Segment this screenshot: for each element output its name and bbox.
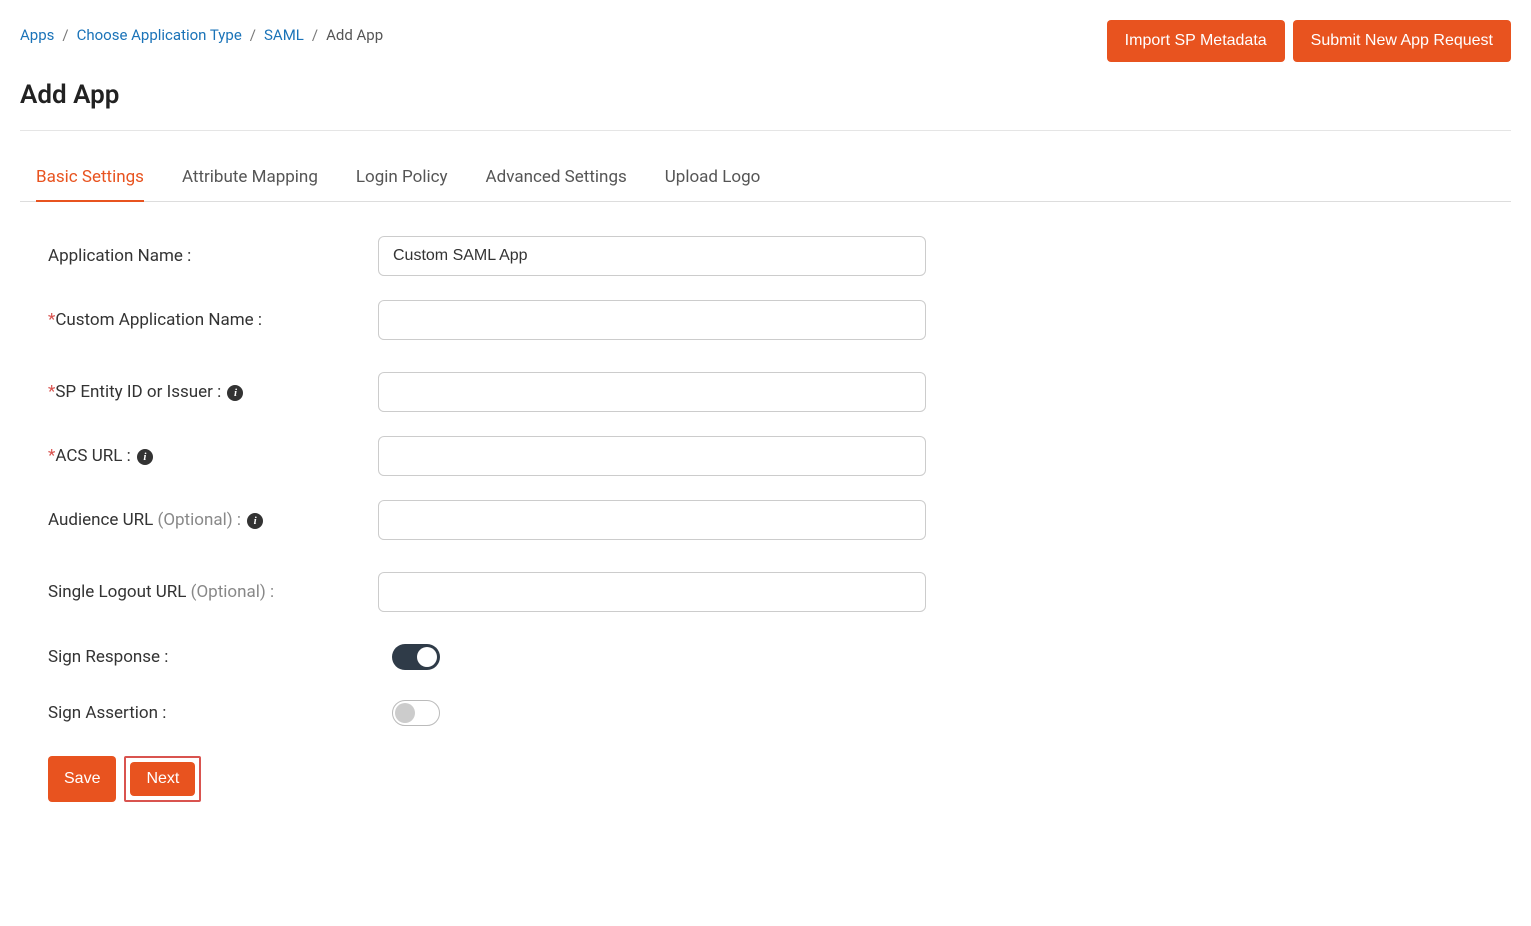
label-audience-url: Audience URL (Optional) : i bbox=[48, 510, 378, 530]
row-audience-url: Audience URL (Optional) : i bbox=[48, 500, 1511, 540]
page-title: Add App bbox=[20, 80, 1511, 110]
toggle-knob bbox=[417, 647, 437, 667]
row-acs-url: *ACS URL : i bbox=[48, 436, 1511, 476]
custom-application-name-input[interactable] bbox=[378, 300, 926, 340]
breadcrumb-choose[interactable]: Choose Application Type bbox=[77, 26, 242, 44]
breadcrumb-saml[interactable]: SAML bbox=[264, 26, 304, 44]
row-sign-response: Sign Response : bbox=[48, 644, 1511, 670]
page-header: Apps / Choose Application Type / SAML / … bbox=[20, 20, 1511, 62]
tab-basic-settings[interactable]: Basic Settings bbox=[36, 155, 144, 202]
single-logout-url-input[interactable] bbox=[378, 572, 926, 612]
divider bbox=[20, 130, 1511, 131]
tabs: Basic Settings Attribute Mapping Login P… bbox=[20, 155, 1511, 202]
sign-response-toggle[interactable] bbox=[392, 644, 440, 670]
row-slo-url: Single Logout URL (Optional) : bbox=[48, 572, 1511, 612]
label-acs-url: *ACS URL : i bbox=[48, 446, 378, 466]
row-sp-entity-id: *SP Entity ID or Issuer : i bbox=[48, 372, 1511, 412]
info-icon[interactable]: i bbox=[227, 385, 243, 401]
label-sp-entity: *SP Entity ID or Issuer : i bbox=[48, 382, 378, 402]
sp-entity-id-input[interactable] bbox=[378, 372, 926, 412]
form: Application Name : *Custom Application N… bbox=[20, 236, 1511, 802]
next-button-highlight: Next bbox=[124, 756, 201, 802]
audience-url-input[interactable] bbox=[378, 500, 926, 540]
breadcrumb-sep: / bbox=[62, 26, 68, 44]
label-custom-app-name: *Custom Application Name : bbox=[48, 310, 378, 330]
info-icon[interactable]: i bbox=[137, 449, 153, 465]
label-application-name: Application Name : bbox=[48, 246, 378, 266]
import-sp-metadata-button[interactable]: Import SP Metadata bbox=[1107, 20, 1285, 62]
breadcrumb-sep: / bbox=[312, 26, 318, 44]
breadcrumb-sep: / bbox=[250, 26, 256, 44]
acs-url-input[interactable] bbox=[378, 436, 926, 476]
form-actions: Save Next bbox=[48, 756, 1511, 802]
next-button[interactable]: Next bbox=[130, 762, 195, 796]
application-name-input[interactable] bbox=[378, 236, 926, 276]
tab-advanced-settings[interactable]: Advanced Settings bbox=[486, 155, 627, 202]
row-application-name: Application Name : bbox=[48, 236, 1511, 276]
label-slo-url: Single Logout URL (Optional) : bbox=[48, 582, 378, 602]
info-icon[interactable]: i bbox=[247, 513, 263, 529]
label-sign-response: Sign Response : bbox=[48, 647, 378, 667]
tab-attribute-mapping[interactable]: Attribute Mapping bbox=[182, 155, 318, 202]
tab-upload-logo[interactable]: Upload Logo bbox=[665, 155, 761, 202]
toggle-knob bbox=[395, 703, 415, 723]
row-sign-assertion: Sign Assertion : bbox=[48, 700, 1511, 726]
breadcrumb-current: Add App bbox=[326, 26, 383, 44]
submit-new-app-request-button[interactable]: Submit New App Request bbox=[1293, 20, 1511, 62]
breadcrumb-apps[interactable]: Apps bbox=[20, 26, 54, 44]
save-button[interactable]: Save bbox=[48, 756, 116, 802]
sign-assertion-toggle[interactable] bbox=[392, 700, 440, 726]
row-custom-application-name: *Custom Application Name : bbox=[48, 300, 1511, 340]
label-sign-assertion: Sign Assertion : bbox=[48, 703, 378, 723]
tab-login-policy[interactable]: Login Policy bbox=[356, 155, 448, 202]
breadcrumb: Apps / Choose Application Type / SAML / … bbox=[20, 26, 383, 44]
header-actions: Import SP Metadata Submit New App Reques… bbox=[1107, 20, 1511, 62]
